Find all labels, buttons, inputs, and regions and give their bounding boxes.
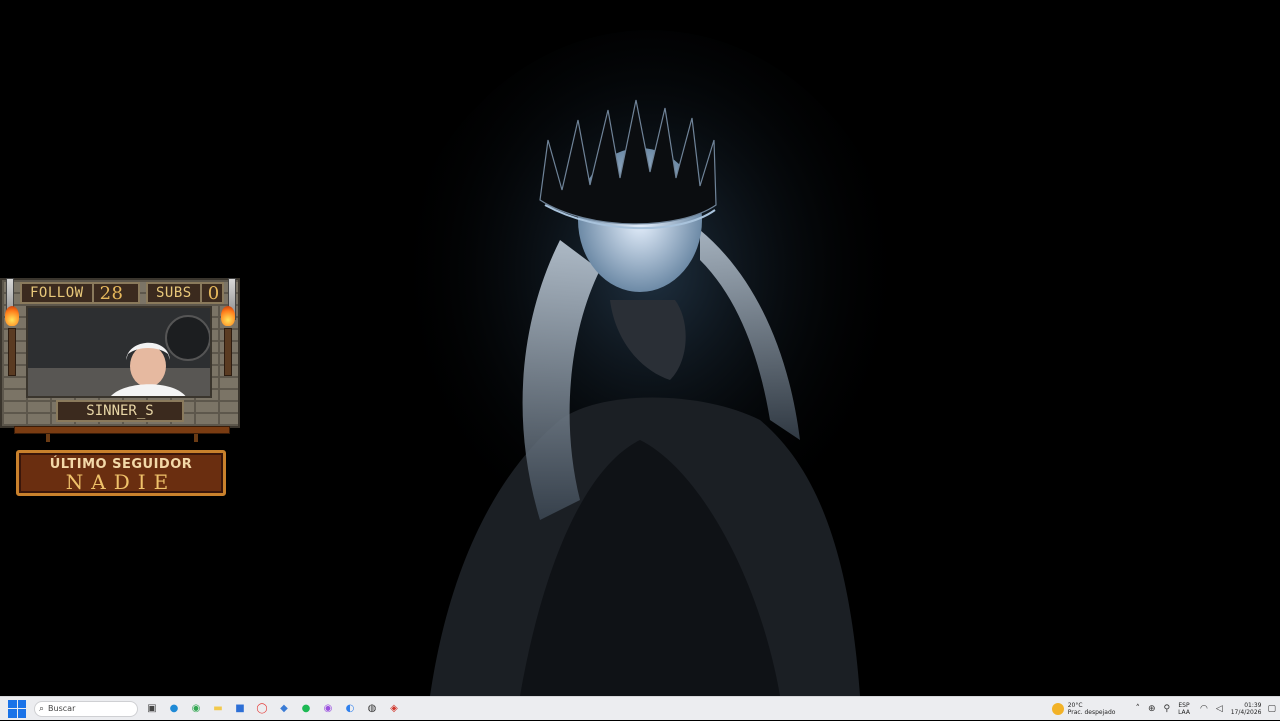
last-follower-name: NADIE: [65, 470, 177, 494]
weather-temp: 20°C: [1067, 701, 1083, 709]
webcam-person: [28, 308, 210, 396]
torch-left-icon: [4, 306, 20, 376]
spotify-icon[interactable]: ●: [298, 701, 314, 717]
torch-right-icon: [220, 306, 236, 376]
edge-icon[interactable]: ●: [166, 701, 182, 717]
system-tray: 20°C Prac. despejado ˄ ⊕ ⚲ ESP LAA ◠ ◁ 0…: [1051, 697, 1280, 721]
weather-sun-icon: [1051, 702, 1064, 715]
taskbar: ⌕ Buscar ▣ ● ◉ ▬ ■ ◯ ◆ ● ◉ ◐ ◍ ◈ 20°C Prac. despeja…: [0, 696, 1280, 720]
pinned-apps: ▣ ● ◉ ▬ ■ ◯ ◆ ● ◉ ◐ ◍ ◈: [138, 701, 402, 717]
streamer-name-plate: SINNER_S: [56, 400, 184, 422]
store-icon[interactable]: ■: [232, 701, 248, 717]
follow-count: 28: [91, 282, 130, 304]
search-placeholder: Buscar: [48, 704, 76, 713]
hanging-rod: [14, 426, 230, 434]
webcam-feed: [26, 306, 212, 398]
messenger-icon[interactable]: ◉: [320, 701, 336, 717]
app-red-icon[interactable]: ◈: [386, 701, 402, 717]
chevron-up-icon[interactable]: ˄: [1135, 704, 1140, 714]
follow-label: FOLLOW: [30, 285, 84, 301]
opera-icon[interactable]: ◯: [254, 701, 270, 717]
file-explorer-icon[interactable]: ▬: [210, 701, 226, 717]
network-icon[interactable]: ⊕: [1148, 704, 1156, 714]
stream-overlay: FOLLOW 28 SUBS 0 SINNER_S ÚLTIMO SEGUIDO…: [0, 278, 242, 500]
clock-time: 01:39: [1244, 701, 1262, 709]
chrome-icon[interactable]: ◉: [188, 701, 204, 717]
app-blue-icon[interactable]: ◆: [276, 701, 292, 717]
task-view-icon[interactable]: ▣: [144, 701, 160, 717]
weather-desc: Prac. despejado: [1067, 708, 1116, 716]
obs-icon[interactable]: ◍: [364, 701, 380, 717]
subs-counter: SUBS 0: [146, 282, 224, 304]
speaker-icon[interactable]: ◁: [1216, 704, 1223, 714]
wifi-icon[interactable]: ◠: [1200, 704, 1208, 714]
search-icon: ⌕: [39, 703, 45, 714]
clock-date: 17/4/2026: [1230, 708, 1262, 716]
follow-counter: FOLLOW 28: [20, 282, 140, 304]
app-azure-icon[interactable]: ◐: [342, 701, 358, 717]
notifications-icon[interactable]: ▢: [1267, 704, 1276, 714]
language-indicator[interactable]: ESP LAA: [1178, 702, 1190, 716]
lang-bottom: LAA: [1178, 708, 1190, 716]
subs-count: 0: [199, 282, 226, 304]
subs-label: SUBS: [156, 285, 192, 301]
last-follower-card: ÚLTIMO SEGUIDOR NADIE: [16, 450, 226, 496]
start-button[interactable]: [8, 699, 26, 718]
lang-top: ESP: [1178, 701, 1190, 709]
microphone-icon[interactable]: ⚲: [1163, 704, 1170, 714]
taskbar-search[interactable]: ⌕ Buscar: [34, 700, 138, 717]
weather-widget[interactable]: 20°C Prac. despejado: [1051, 701, 1116, 716]
clock[interactable]: 01:39 17/4/2026: [1231, 702, 1262, 716]
